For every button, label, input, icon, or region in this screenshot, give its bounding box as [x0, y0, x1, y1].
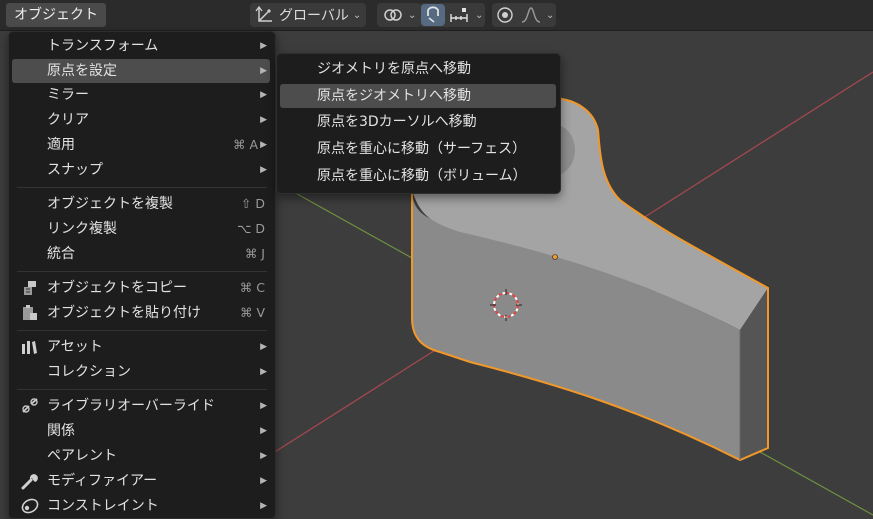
submenu-item-origin-to-geometry[interactable]: 原点をジオメトリへ移動 — [280, 84, 556, 108]
submenu-arrow-icon: ▶ — [260, 401, 267, 411]
menu-item-mirror[interactable]: ミラー ▶ — [12, 83, 270, 107]
menu-item-label: トランスフォーム — [47, 38, 159, 54]
snapping-group: ⌄ — [419, 3, 486, 27]
menu-item-snap[interactable]: スナップ ▶ — [12, 158, 270, 182]
snap-toggle[interactable] — [421, 4, 445, 26]
object-origin-point — [552, 254, 558, 260]
menu-item-duplicate-objects[interactable]: オブジェクトを複製 ⇧ D — [12, 192, 270, 216]
menu-item-label: 原点を設定 — [47, 63, 117, 79]
menu-item-relations[interactable]: 関係 ▶ — [12, 419, 270, 443]
submenu-arrow-icon: ▶ — [260, 426, 267, 436]
submenu-arrow-icon: ▶ — [260, 367, 267, 377]
chevron-down-icon: ⌄ — [352, 9, 362, 21]
copy-icon — [24, 281, 36, 295]
wrench-icon — [21, 474, 38, 490]
shortcut-hint: ⇧ D — [240, 196, 265, 211]
menu-item-label: ミラー — [47, 87, 89, 103]
menu-item-label: オブジェクトをコピー — [47, 280, 187, 296]
asset-library-icon — [22, 341, 37, 354]
pivot-point-dropdown[interactable]: ⌄ — [377, 3, 422, 27]
menu-item-set-origin[interactable]: 原点を設定 ▶ — [12, 59, 270, 83]
submenu-item-label: 原点を3Dカーソルへ移動 — [317, 114, 477, 130]
submenu-arrow-icon: ▶ — [260, 165, 267, 175]
menu-item-label: 関係 — [47, 423, 75, 439]
submenu-item-origin-to-center-of-mass-surface[interactable]: 原点を重心に移動（サーフェス） — [280, 137, 556, 161]
menu-item-transform[interactable]: トランスフォーム ▶ — [12, 34, 270, 58]
snap-link-icon — [384, 9, 402, 21]
menu-item-label: オブジェクトを複製 — [47, 196, 173, 212]
menu-item-parent[interactable]: ペアレント ▶ — [12, 444, 270, 468]
submenu-item-origin-to-3d-cursor[interactable]: 原点を3Dカーソルへ移動 — [280, 110, 556, 134]
shortcut-hint: ⌘ C — [239, 280, 265, 295]
proportional-edit-group: ⌄ — [492, 3, 557, 27]
submenu-item-label: 原点をジオメトリへ移動 — [317, 88, 471, 104]
menu-item-modifiers[interactable]: モディファイアー ▶ — [12, 469, 270, 493]
menu-item-collection[interactable]: コレクション ▶ — [12, 360, 270, 384]
shortcut-hint: ⌘ V — [239, 305, 265, 320]
paste-icon — [23, 305, 37, 320]
menu-separator — [17, 271, 267, 272]
snap-increment-icon[interactable] — [449, 6, 471, 24]
submenu-arrow-icon: ▶ — [260, 476, 267, 486]
submenu-item-label: 原点を重心に移動（サーフェス） — [317, 141, 527, 157]
submenu-item-label: 原点を重心に移動（ボリューム） — [317, 168, 527, 184]
submenu-item-label: ジオメトリを原点へ移動 — [317, 61, 471, 77]
submenu-arrow-icon: ▶ — [260, 140, 267, 150]
menu-item-duplicate-linked[interactable]: リンク複製 ⌥ D — [12, 217, 270, 241]
menu-item-label: リンク複製 — [47, 221, 117, 237]
submenu-arrow-icon: ▶ — [260, 501, 267, 511]
menu-item-label: ペアレント — [47, 448, 117, 464]
submenu-arrow-icon: ▶ — [260, 451, 267, 461]
menu-item-label: 適用 — [47, 137, 75, 153]
shortcut-hint: ⌘ A — [232, 137, 258, 152]
shortcut-hint: ⌘ J — [244, 246, 265, 261]
snap-magnet-icon — [427, 6, 439, 23]
menu-item-label: 統合 — [47, 246, 75, 262]
chevron-down-icon[interactable]: ⌄ — [546, 10, 554, 21]
submenu-arrow-icon: ▶ — [260, 41, 267, 51]
set-origin-submenu: ジオメトリを原点へ移動 原点をジオメトリへ移動 原点を3Dカーソルへ移動 原点を… — [276, 53, 561, 194]
menu-separator — [17, 187, 267, 188]
menu-item-paste-objects[interactable]: オブジェクトを貼り付け ⌘ V — [12, 301, 270, 325]
constraint-icon — [21, 498, 39, 514]
transform-pivot-icon — [255, 6, 272, 22]
object-menu-button[interactable]: オブジェクト — [6, 3, 106, 27]
menu-item-label: コレクション — [47, 364, 131, 380]
chevron-down-icon: ⌄ — [408, 9, 417, 21]
orientation-label: グローバル — [279, 8, 349, 24]
object-menu: トランスフォーム ▶ 原点を設定 ▶ ミラー ▶ クリア ▶ 適用 ⌘ A ▶ … — [8, 31, 276, 519]
menu-item-label: コンストレイント — [47, 498, 159, 514]
chevron-down-icon[interactable]: ⌄ — [475, 10, 483, 21]
menu-item-label: スナップ — [47, 162, 103, 178]
submenu-arrow-icon: ▶ — [260, 66, 267, 76]
menu-item-asset[interactable]: アセット ▶ — [12, 335, 270, 359]
falloff-curve-icon[interactable] — [520, 6, 542, 24]
submenu-arrow-icon: ▶ — [260, 342, 267, 352]
menu-item-constraints[interactable]: コンストレイント ▶ — [12, 494, 270, 518]
menu-item-join[interactable]: 統合 ⌘ J — [12, 242, 270, 266]
menu-item-apply[interactable]: 適用 ⌘ A ▶ — [12, 133, 270, 157]
menu-item-label: モディファイアー — [47, 473, 158, 489]
submenu-item-geometry-to-origin[interactable]: ジオメトリを原点へ移動 — [280, 57, 556, 81]
submenu-arrow-icon: ▶ — [260, 90, 267, 100]
menu-item-label: クリア — [47, 112, 89, 128]
menu-item-library-override[interactable]: ライブラリオーバーライド ▶ — [12, 394, 270, 418]
library-override-icon — [22, 398, 38, 413]
viewport-header: オブジェクト グローバル ⌄ ⌄ ⌄ ⌄ — [0, 0, 873, 31]
menu-item-label: オブジェクトを貼り付け — [47, 305, 201, 321]
menu-item-label: アセット — [47, 339, 103, 355]
menu-separator — [17, 330, 267, 331]
submenu-arrow-icon: ▶ — [260, 115, 267, 125]
menu-item-clear[interactable]: クリア ▶ — [12, 108, 270, 132]
proportional-edit-icon[interactable] — [494, 6, 516, 24]
submenu-item-origin-to-center-of-mass-volume[interactable]: 原点を重心に移動（ボリューム） — [280, 164, 556, 188]
transform-orientation-dropdown[interactable]: グローバル ⌄ — [250, 3, 367, 27]
menu-item-label: ライブラリオーバーライド — [47, 398, 215, 414]
menu-separator — [17, 389, 267, 390]
shortcut-hint: ⌥ D — [236, 221, 265, 236]
menu-item-copy-objects[interactable]: オブジェクトをコピー ⌘ C — [12, 276, 270, 300]
